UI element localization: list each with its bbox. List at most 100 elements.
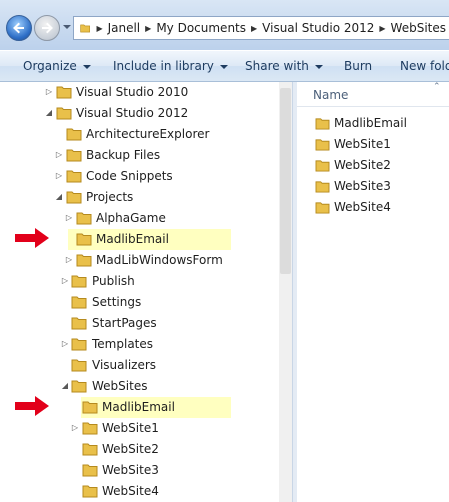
collapse-arrow-icon[interactable]: ◢ (44, 103, 54, 123)
tree-item-websites[interactable]: ◢ WebSites (0, 376, 279, 396)
tree-item-label: WebSite3 (102, 463, 159, 477)
new-folder-button[interactable]: New fold (400, 51, 449, 82)
tree-item-website1[interactable]: ▷ WebSite1 (0, 418, 279, 438)
forward-button[interactable] (34, 15, 60, 41)
file-item-label: WebSite4 (334, 200, 391, 214)
expand-arrow-icon[interactable]: ▷ (54, 145, 64, 165)
new-folder-label: New fold (400, 59, 449, 73)
folder-icon (82, 401, 98, 414)
tree-item-label: Publish (92, 274, 135, 288)
breadcrumb-websites[interactable]: WebSites (391, 21, 446, 35)
breadcrumb-my-documents[interactable]: My Documents (156, 21, 246, 35)
chevron-right-icon[interactable]: ▶ (145, 24, 151, 33)
tree-item-label: Templates (92, 337, 154, 351)
tree-item-publish[interactable]: ▷ Publish (0, 271, 279, 291)
folder-icon (315, 202, 330, 214)
tree-item-website4[interactable]: WebSite4 (0, 481, 279, 501)
tree-item-label: Projects (86, 190, 134, 204)
tree-item-label: MadlibEmail (102, 400, 175, 414)
tree-item-templates[interactable]: ▷ Templates (0, 334, 279, 354)
tree-item-label: WebSite1 (102, 421, 159, 435)
expand-arrow-icon[interactable]: ▷ (44, 82, 54, 102)
tree-item-madlibemail-project[interactable]: MadlibEmail (0, 229, 279, 249)
tree-item-label: AlphaGame (96, 211, 166, 225)
tree-item-label: StartPages (92, 316, 157, 330)
scrollbar-thumb[interactable] (280, 88, 291, 274)
folder-icon (66, 170, 82, 183)
expand-arrow-icon[interactable]: ▷ (70, 418, 80, 438)
folder-icon (56, 86, 72, 99)
tree-item-label: MadLibWindowsForm (96, 253, 223, 267)
chevron-right-icon[interactable]: ▶ (379, 24, 385, 33)
nav-pane-scrollbar[interactable] (279, 82, 292, 502)
breadcrumb-visual-studio-2012[interactable]: Visual Studio 2012 (262, 21, 374, 35)
tree-item-website2[interactable]: WebSite2 (0, 439, 279, 459)
tree-item-alphagame[interactable]: ▷ AlphaGame (0, 208, 279, 228)
folder-icon (71, 359, 87, 372)
burn-label: Burn (344, 59, 373, 73)
folder-icon (71, 317, 87, 330)
folder-icon (82, 422, 98, 435)
burn-button[interactable]: Burn (344, 51, 372, 82)
folder-icon (315, 181, 330, 193)
include-in-library-button[interactable]: Include in library (113, 51, 228, 82)
folder-icon (76, 254, 92, 267)
tree-item-label: Visual Studio 2012 (76, 106, 189, 120)
file-item-label: WebSite2 (334, 158, 391, 172)
expand-arrow-icon[interactable]: ▷ (64, 208, 74, 228)
share-with-button[interactable]: Share with (245, 51, 323, 82)
tree-item-madlibemail-website[interactable]: MadlibEmail (0, 397, 279, 417)
expand-arrow-icon[interactable]: ▷ (54, 166, 64, 186)
share-with-label: Share with (245, 59, 309, 73)
tree-item-settings[interactable]: Settings (0, 292, 279, 312)
sort-caret-icon: ⌃ (433, 82, 441, 92)
tree-item-code-snippets[interactable]: ▷ Code Snippets (0, 166, 279, 186)
forward-arrow-icon (42, 22, 53, 34)
tree-item-label: Settings (92, 295, 142, 309)
expand-arrow-icon[interactable]: ▷ (60, 334, 70, 354)
organize-button[interactable]: Organize (23, 51, 91, 82)
folder-open-icon (66, 191, 82, 204)
tree-item-label: Code Snippets (86, 169, 173, 183)
folder-icon (71, 275, 87, 288)
folder-icon (71, 338, 87, 351)
tree-item-label: WebSites (92, 379, 148, 393)
tree-item-projects[interactable]: ◢ Projects (0, 187, 279, 207)
collapse-arrow-icon[interactable]: ◢ (54, 187, 64, 207)
back-arrow-icon (13, 22, 24, 34)
tree-item-website3[interactable]: WebSite3 (0, 460, 279, 480)
tree-item-madlibwindowsform[interactable]: ▷ MadLibWindowsForm (0, 250, 279, 270)
folder-icon (76, 233, 92, 246)
column-header-name[interactable]: Name (313, 88, 348, 102)
tree-item-visual-studio-2012[interactable]: ◢ Visual Studio 2012 (0, 103, 279, 123)
back-button[interactable] (6, 15, 32, 41)
tree-item-label: MadlibEmail (96, 232, 169, 246)
folder-icon (80, 24, 91, 32)
tree-item-visual-studio-2010[interactable]: ▷ Visual Studio 2010 (0, 82, 279, 102)
tree-item-backup-files[interactable]: ▷ Backup Files (0, 145, 279, 165)
organize-label: Organize (23, 59, 77, 73)
tree-item-architecture-explorer[interactable]: ArchitectureExplorer (0, 124, 279, 144)
address-breadcrumb[interactable]: ▶ Janell ▶ My Documents ▶ Visual Studio … (73, 16, 449, 40)
expand-arrow-icon[interactable]: ▷ (64, 250, 74, 270)
folder-icon (315, 118, 330, 130)
recent-pages-dropdown[interactable] (63, 25, 71, 29)
tree-item-label: ArchitectureExplorer (86, 127, 210, 141)
file-item-label: MadlibEmail (334, 116, 407, 130)
folder-icon (76, 212, 92, 225)
tree-item-label: Visual Studio 2010 (76, 85, 189, 99)
expand-arrow-icon[interactable]: ▷ (60, 271, 70, 291)
include-in-library-label: Include in library (113, 59, 214, 73)
chevron-right-icon[interactable]: ▶ (96, 24, 102, 33)
tree-item-startpages[interactable]: StartPages (0, 313, 279, 333)
navigation-pane: ▷ Visual Studio 2010 ◢ Visual Studio 201… (0, 82, 280, 502)
breadcrumb-janell[interactable]: Janell (108, 21, 141, 35)
collapse-arrow-icon[interactable]: ◢ (60, 376, 70, 396)
tree-item-label: WebSite2 (102, 442, 159, 456)
folder-icon (315, 160, 330, 172)
folder-icon (71, 296, 87, 309)
tree-item-label: Visualizers (92, 358, 157, 372)
chevron-right-icon[interactable]: ▶ (251, 24, 257, 33)
tree-item-visualizers[interactable]: Visualizers (0, 355, 279, 375)
folder-icon (82, 443, 98, 456)
